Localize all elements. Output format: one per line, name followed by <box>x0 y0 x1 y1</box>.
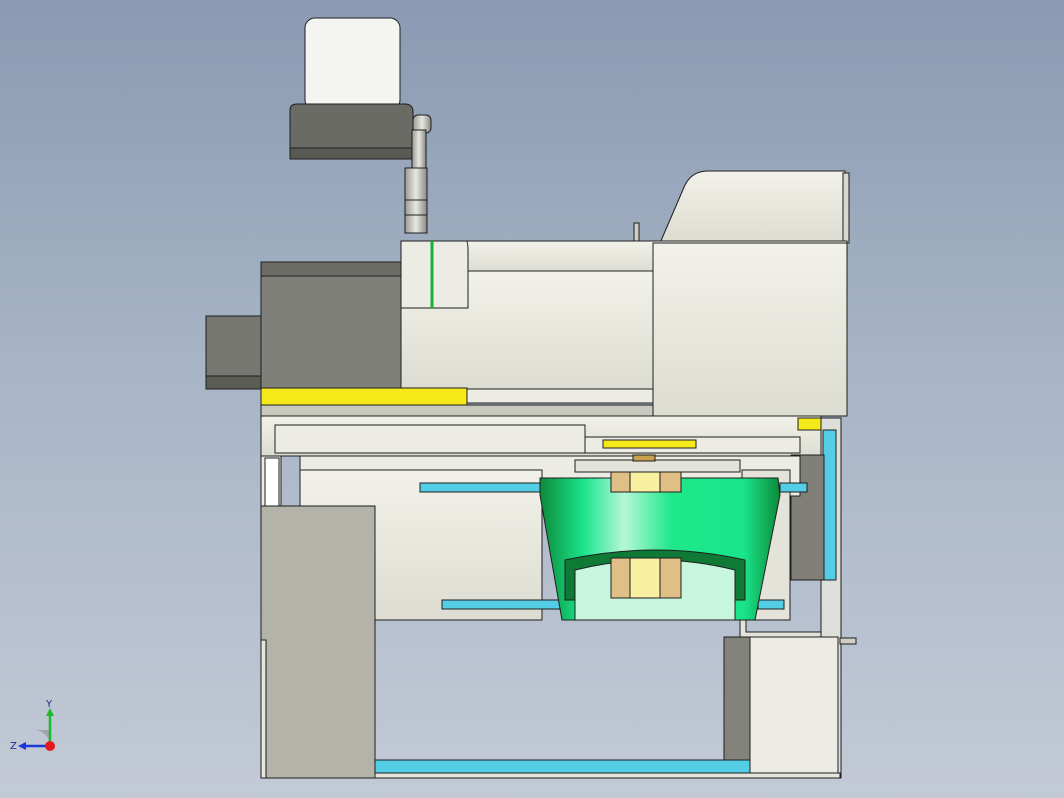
left-leg <box>260 505 376 779</box>
z-axis-label: Z <box>10 741 17 752</box>
rear-hood <box>659 170 846 244</box>
right-leg <box>749 636 839 778</box>
y-axis-label: Y <box>45 700 53 710</box>
motor-body <box>260 261 402 389</box>
graphics-viewport[interactable]: Y Z <box>0 0 1064 798</box>
cyan-rail-lower-left <box>441 599 563 610</box>
coordinate-triad: Y Z <box>10 700 55 752</box>
main-housing-right <box>652 242 848 417</box>
right-leg-inner <box>723 636 751 778</box>
arm-vertical <box>411 129 427 171</box>
joint-block <box>400 240 469 309</box>
cad-model-side-view[interactable] <box>0 0 1064 798</box>
cyan-rail-upper-left <box>419 482 543 493</box>
yellow-rail <box>260 387 468 406</box>
control-box-cover <box>304 17 401 111</box>
triad-origin <box>45 741 55 751</box>
